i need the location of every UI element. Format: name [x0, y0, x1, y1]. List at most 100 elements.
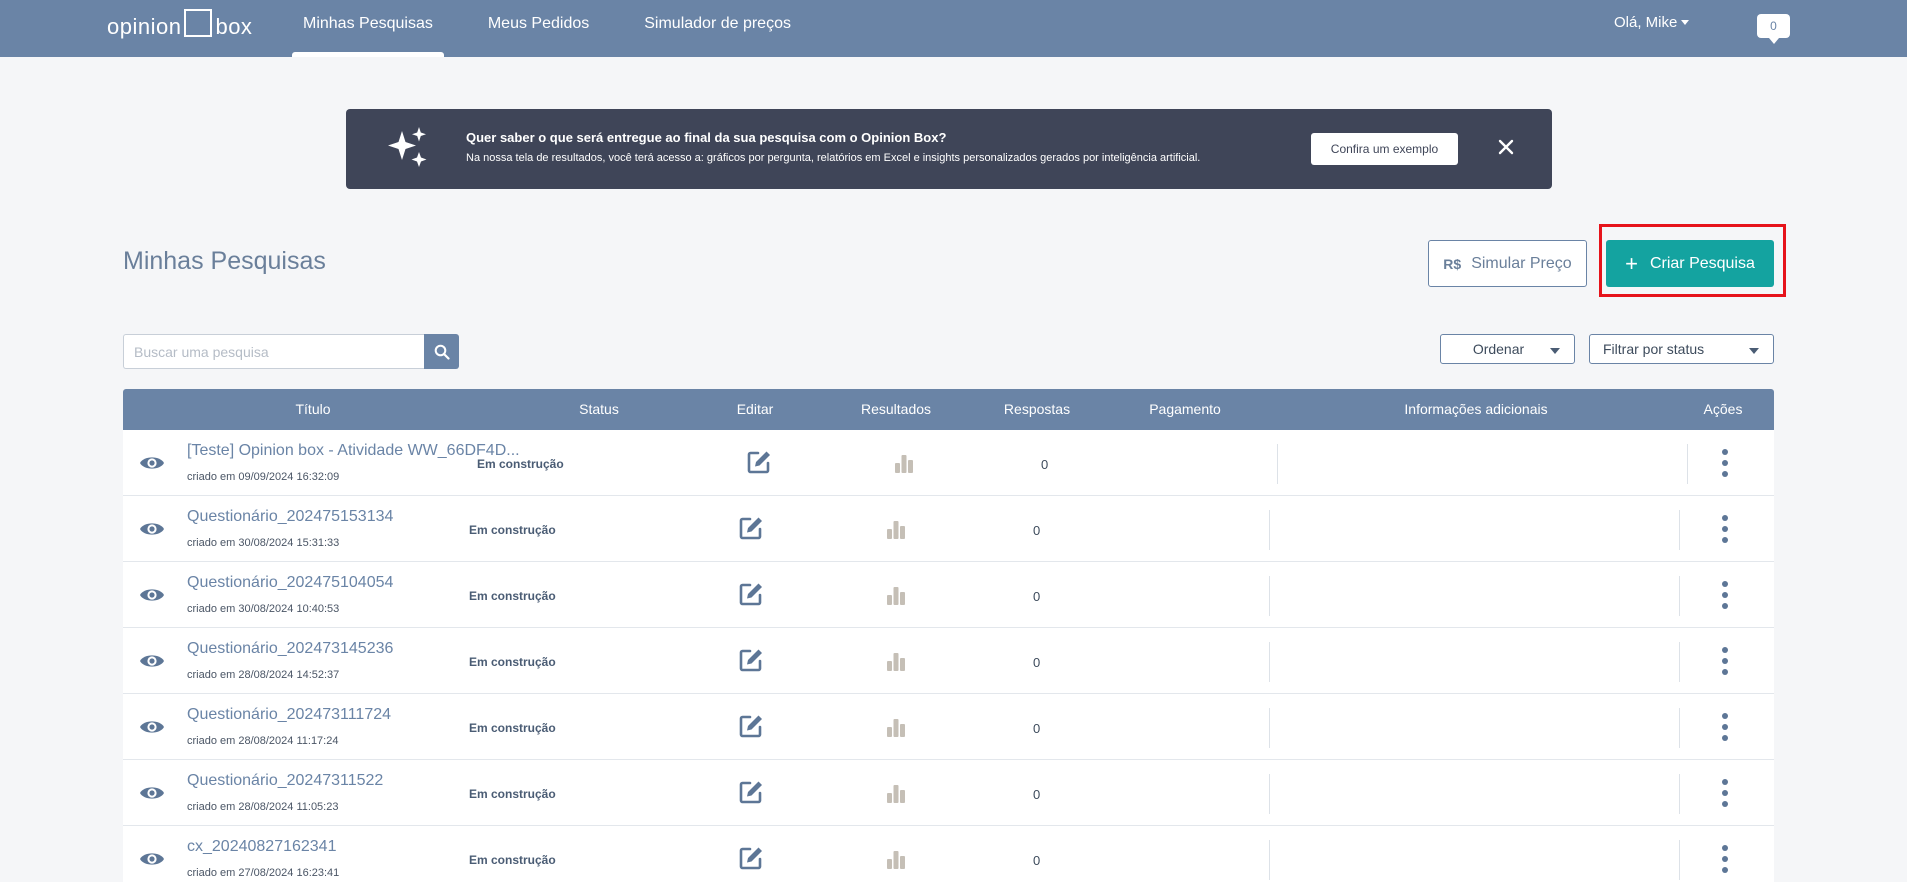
table-row: [Teste] Opinion box - Atividade WW_66DF4… — [123, 430, 1774, 496]
divider — [1269, 774, 1270, 814]
survey-title[interactable]: Questionário_202473111724 — [187, 706, 391, 724]
divider — [1679, 840, 1680, 880]
nav-minhas-pesquisas[interactable]: Minhas Pesquisas — [292, 0, 444, 57]
survey-title[interactable]: Questionário_202475104054 — [187, 574, 393, 592]
eye-icon[interactable] — [139, 584, 165, 606]
caret-down-icon — [1749, 348, 1759, 354]
order-select-label: Ordenar — [1472, 341, 1525, 357]
bar-chart-icon — [887, 785, 905, 803]
page-title: Minhas Pesquisas — [123, 247, 326, 275]
nav-simulador-precos[interactable]: Simulador de preços — [633, 0, 802, 57]
edit-icon[interactable] — [738, 779, 764, 805]
survey-title[interactable]: Questionário_202475153134 — [187, 508, 393, 526]
bar-chart-icon — [887, 521, 905, 539]
survey-created-date: criado em 30/08/2024 10:40:53 — [187, 603, 340, 615]
eye-icon[interactable] — [139, 452, 165, 474]
more-options-icon[interactable] — [1715, 777, 1735, 809]
status-filter-select[interactable]: Filtrar por status — [1589, 334, 1774, 364]
survey-status: Em construção — [469, 523, 556, 537]
divider — [1269, 840, 1270, 880]
edit-icon[interactable] — [738, 515, 764, 541]
more-options-icon[interactable] — [1715, 645, 1735, 677]
chevron-down-icon — [1681, 20, 1690, 25]
more-options-icon[interactable] — [1715, 843, 1735, 875]
banner-text: Na nossa tela de resultados, você terá a… — [466, 152, 1201, 164]
sparkles-icon — [388, 127, 427, 167]
simulate-price-button[interactable]: R$ Simular Preço — [1428, 240, 1587, 287]
eye-icon[interactable] — [139, 650, 165, 672]
eye-icon[interactable] — [139, 782, 165, 804]
surveys-table: Título Status Editar Resultados Resposta… — [123, 389, 1774, 882]
more-options-icon[interactable] — [1715, 513, 1735, 545]
currency-icon: R$ — [1443, 255, 1462, 272]
plus-icon: + — [1625, 250, 1638, 276]
col-status: Status — [579, 401, 619, 417]
main-nav: Minhas Pesquisas Meus Pedidos Simulador … — [292, 0, 835, 57]
results-info-banner: Quer saber o que será entregue ao final … — [346, 109, 1552, 189]
table-header: Título Status Editar Resultados Resposta… — [123, 389, 1774, 430]
divider — [1679, 642, 1680, 682]
create-survey-button[interactable]: + Criar Pesquisa — [1606, 240, 1774, 287]
notifications-badge[interactable]: 0 — [1757, 14, 1790, 44]
divider — [1277, 444, 1278, 484]
status-filter-label: Filtrar por status — [1603, 341, 1705, 357]
col-actions: Ações — [1703, 401, 1743, 417]
survey-title[interactable]: Questionário_202473145236 — [187, 640, 393, 658]
bar-chart-icon — [887, 719, 905, 737]
divider — [1269, 510, 1270, 550]
more-options-icon[interactable] — [1715, 579, 1735, 611]
edit-icon[interactable] — [738, 581, 764, 607]
survey-status: Em construção — [469, 655, 556, 669]
edit-icon[interactable] — [746, 449, 772, 475]
survey-title[interactable]: cx_20240827162341 — [187, 838, 336, 856]
divider — [1269, 576, 1270, 616]
survey-title[interactable]: [Teste] Opinion box - Atividade WW_66DF4… — [187, 442, 520, 460]
eye-icon[interactable] — [139, 848, 165, 870]
search-button[interactable] — [424, 334, 459, 369]
col-edit: Editar — [736, 401, 774, 417]
more-options-icon[interactable] — [1715, 447, 1735, 479]
search-input[interactable] — [123, 334, 424, 369]
survey-responses: 0 — [1041, 457, 1049, 472]
col-additional-info: Informações adicionais — [1404, 401, 1548, 417]
divider — [1269, 708, 1270, 748]
see-example-button[interactable]: Confira um exemplo — [1311, 133, 1458, 165]
eye-icon[interactable] — [139, 518, 165, 540]
divider — [1679, 708, 1680, 748]
survey-status: Em construção — [469, 787, 556, 801]
survey-status: Em construção — [469, 853, 556, 867]
survey-created-date: criado em 30/08/2024 15:31:33 — [187, 537, 340, 549]
caret-down-icon — [1550, 348, 1560, 354]
survey-responses: 0 — [1033, 853, 1041, 868]
survey-created-date: criado em 27/08/2024 16:23:41 — [187, 867, 340, 879]
col-results: Resultados — [860, 401, 932, 417]
table-row: Questionário_202475153134 criado em 30/0… — [123, 496, 1774, 562]
opinion-box-logo[interactable]: opinion box — [107, 8, 252, 40]
logo-text-right: box — [215, 14, 253, 39]
col-title: Título — [295, 401, 331, 417]
survey-responses: 0 — [1033, 721, 1041, 736]
divider — [1269, 642, 1270, 682]
more-options-icon[interactable] — [1715, 711, 1735, 743]
order-select[interactable]: Ordenar — [1440, 334, 1575, 364]
close-icon[interactable] — [1494, 135, 1518, 159]
survey-status: Em construção — [477, 457, 564, 471]
survey-created-date: criado em 28/08/2024 14:52:37 — [187, 669, 340, 681]
divider — [1679, 774, 1680, 814]
banner-title: Quer saber o que será entregue ao final … — [466, 130, 947, 145]
edit-icon[interactable] — [738, 647, 764, 673]
survey-responses: 0 — [1033, 589, 1041, 604]
survey-responses: 0 — [1033, 655, 1041, 670]
table-row: Questionário_202473145236 criado em 28/0… — [123, 628, 1774, 694]
eye-icon[interactable] — [139, 716, 165, 738]
search-icon — [434, 344, 450, 360]
survey-status: Em construção — [469, 721, 556, 735]
user-greeting: Olá, Mike — [1614, 14, 1678, 31]
edit-icon[interactable] — [738, 713, 764, 739]
nav-meus-pedidos[interactable]: Meus Pedidos — [477, 0, 600, 57]
survey-created-date: criado em 28/08/2024 11:17:24 — [187, 735, 339, 747]
user-menu[interactable]: Olá, Mike — [1614, 14, 1690, 31]
survey-title[interactable]: Questionário_20247311522 — [187, 772, 383, 790]
top-navbar: opinion box Minhas Pesquisas Meus Pedido… — [0, 0, 1907, 57]
edit-icon[interactable] — [738, 845, 764, 871]
